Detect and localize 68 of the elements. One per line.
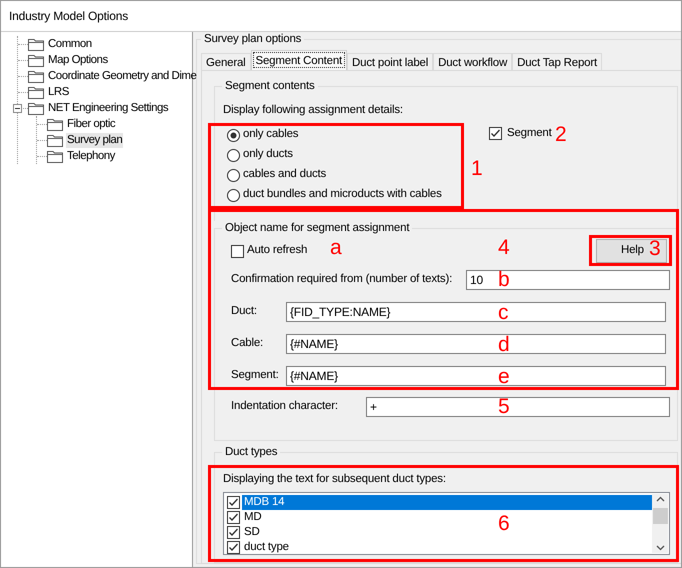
callout-label: d [498,334,510,356]
list-item[interactable]: MDB 14 [242,495,652,510]
radio-button[interactable] [227,128,240,142]
list-item[interactable]: duct type [242,540,291,555]
field-label: Cable: [231,336,264,352]
group-title: Survey plan options [203,32,302,46]
field-label: Duct: [231,304,258,320]
radio-button[interactable] [227,148,240,162]
tab[interactable]: Segment Content [250,50,348,70]
folder-icon [28,54,44,66]
checkbox-label: Segment [507,127,552,140]
group-title: Duct types [224,445,278,459]
tree-item[interactable]: Common [47,36,93,52]
callout-label: b [498,269,510,291]
tree-item[interactable]: LRS [47,84,70,100]
chevron-up-icon[interactable] [656,496,664,502]
radio-button[interactable] [227,188,240,202]
callout-label: c [498,302,508,324]
folder-icon [28,86,44,98]
radio-label: only ducts [243,147,293,162]
checkbox[interactable] [227,526,240,539]
radio-label: cables and ducts [243,167,326,182]
tree-item[interactable]: Telephony [66,148,116,164]
field-label: Segment: [231,368,280,384]
checkbox[interactable] [227,496,240,509]
radio-label: only cables [243,127,298,142]
folder-icon [28,102,44,114]
tree-item[interactable]: Fiber optic [66,116,116,132]
callout-label: 6 [498,513,510,535]
tree-item[interactable]: Map Options [47,52,109,68]
folder-icon [47,118,63,130]
folder-icon [28,38,44,50]
checkbox[interactable] [231,244,244,258]
list-item[interactable]: MD [242,510,264,525]
callout-label: 4 [498,237,510,259]
folder-icon [47,150,63,162]
folder-icon [28,70,44,82]
callout-label: e [498,366,510,388]
checkbox-label: Auto refresh [247,243,308,258]
list-item[interactable]: SD [242,525,262,540]
prompt-text: Display following assignment details: [223,103,403,117]
tree-item[interactable]: NET Engineering Settings [47,100,170,116]
tab[interactable]: General [201,53,251,70]
tab[interactable]: Duct Tap Report [512,53,602,70]
window-title: Industry Model Options [9,8,128,25]
tree-item[interactable]: Coordinate Geometry and Dime [47,68,198,84]
folder-icon [47,134,63,146]
radio-button[interactable] [227,168,240,182]
tab[interactable]: Duct workflow [433,53,512,70]
field-label: Indentation character: [231,399,339,414]
group-title: Object name for segment assignment [224,221,410,235]
collapse-icon[interactable] [13,104,22,113]
callout-label: 3 [649,238,660,260]
tree-item[interactable]: Survey plan [66,132,124,148]
callout-label: 5 [498,396,510,418]
chevron-down-icon[interactable] [656,544,664,551]
checkbox[interactable] [227,541,240,554]
field-label: Confirmation required from (number of texts): [231,272,454,288]
callout-label: a [330,237,342,259]
prompt-text: Displaying the text for subsequent duct types: [223,472,446,486]
group-title: Segment contents [224,79,316,93]
checkbox[interactable] [489,127,502,140]
scrollbar[interactable] [652,494,668,553]
callout-label: 2 [555,124,566,146]
callout-label: 1 [471,158,482,180]
tab[interactable]: Duct point label [347,53,434,70]
radio-label: duct bundles and microducts with cables [243,187,442,202]
checkbox[interactable] [227,511,240,524]
